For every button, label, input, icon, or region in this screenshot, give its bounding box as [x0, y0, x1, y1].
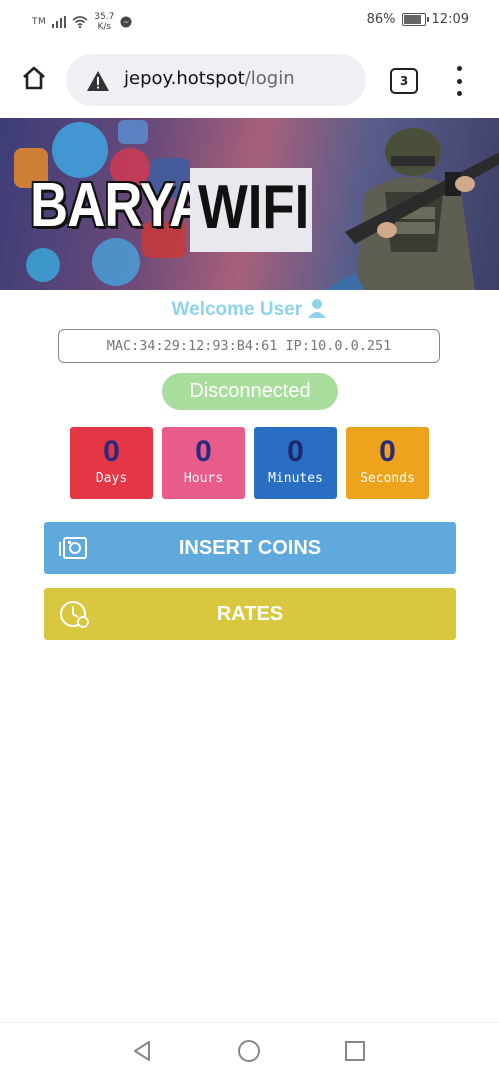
status-left: TM 35.7 K/s — [32, 12, 132, 32]
speed-value: 35.7 — [94, 12, 115, 22]
timer-hours: 0 Hours — [162, 427, 245, 499]
hours-value: 0 — [195, 435, 212, 468]
status-right: 86% 12:09 — [367, 12, 469, 27]
days-label: Days — [95, 471, 128, 486]
menu-icon[interactable] — [450, 66, 468, 96]
behance-bubble — [118, 120, 148, 144]
wifi-icon — [72, 16, 88, 28]
rates-button[interactable]: RATES — [44, 588, 456, 640]
connection-status-badge: Disconnected — [162, 373, 338, 410]
minutes-label: Minutes — [268, 471, 323, 486]
minutes-value: 0 — [287, 435, 304, 468]
rates-label: RATES — [216, 603, 284, 625]
carrier-label: TM — [32, 17, 47, 27]
home-icon — [23, 66, 45, 90]
banner-title-barya: BARYA — [30, 171, 207, 240]
network-speed: 35.7 K/s — [94, 12, 114, 32]
welcome-heading: Welcome User — [0, 298, 499, 321]
home-button[interactable] — [18, 62, 50, 94]
insert-coins-button[interactable]: INSERT COINS — [44, 522, 456, 574]
url-path: /login — [244, 68, 295, 89]
seconds-label: Seconds — [360, 471, 415, 486]
banner-title-wifi: WIFI — [198, 173, 310, 242]
tab-count: 3 — [399, 74, 409, 88]
battery-icon — [401, 13, 429, 26]
home-nav-icon[interactable] — [237, 1039, 261, 1063]
battery-fill — [403, 15, 421, 24]
seconds-value: 0 — [379, 435, 396, 468]
recents-icon[interactable] — [343, 1039, 367, 1063]
banner-image: BARYA WIFI — [0, 118, 499, 290]
status-bar: TM 35.7 K/s 86% 12:09 — [0, 0, 499, 42]
days-value: 0 — [103, 435, 120, 468]
timer-days: 0 Days — [70, 427, 153, 499]
signal-icon — [52, 16, 67, 28]
coins-icon — [59, 537, 87, 559]
welcome-text: Welcome User — [171, 299, 303, 320]
tabs-icon[interactable]: 3 — [390, 68, 418, 94]
device-info-box: MAC:34:29:12:93:B4:61 IP:10.0.0.251 — [58, 329, 440, 363]
messenger-icon — [120, 16, 132, 28]
timer-minutes: 0 Minutes — [254, 427, 337, 499]
chat-bubble — [92, 238, 140, 286]
battery-percent: 86% — [366, 12, 396, 27]
hours-label: Hours — [183, 471, 224, 486]
clock-icon — [60, 601, 89, 628]
insert-coins-label: INSERT COINS — [178, 537, 322, 559]
system-nav-bar — [0, 1022, 499, 1081]
timer-seconds: 0 Seconds — [346, 427, 429, 499]
user-icon — [308, 299, 327, 318]
address-bar[interactable]: jepoy.hotspot/login — [66, 54, 366, 106]
skype-bubble — [26, 248, 60, 282]
clock-time: 12:09 — [431, 12, 469, 27]
soldier-illustration — [325, 128, 499, 290]
banner-title-box: WIFI — [190, 168, 312, 252]
speed-unit: K/s — [97, 22, 112, 32]
back-icon[interactable] — [130, 1039, 154, 1063]
warning-icon[interactable] — [86, 70, 110, 92]
browser-toolbar: jepoy.hotspot/login 3 — [0, 48, 499, 112]
url-text[interactable]: jepoy.hotspot/login — [124, 68, 295, 89]
url-host: jepoy.hotspot — [124, 68, 245, 89]
